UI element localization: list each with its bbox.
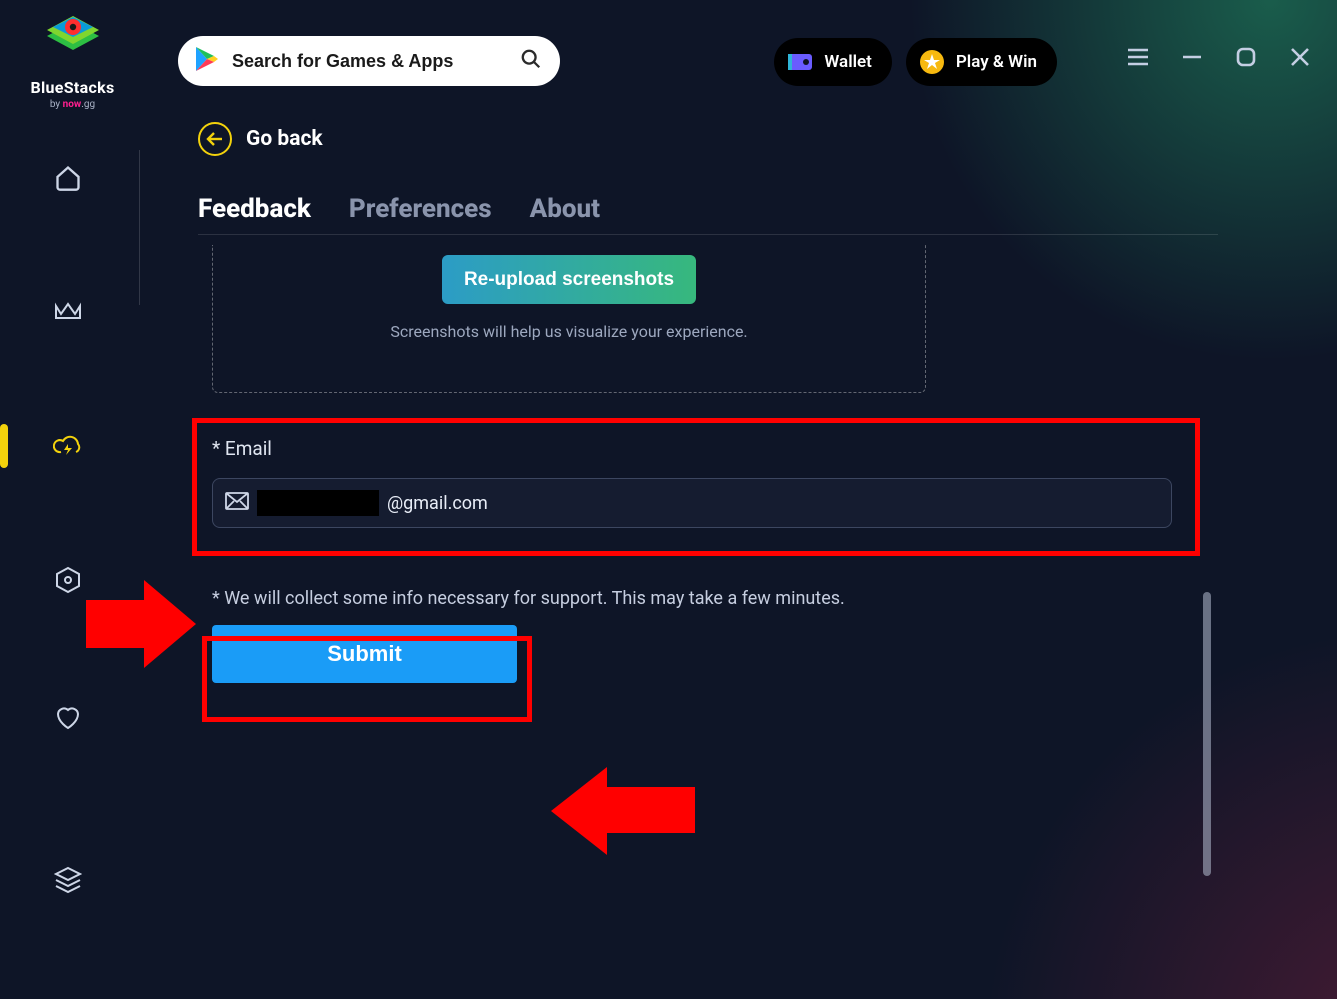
wallet-button[interactable]: Wallet xyxy=(774,38,891,86)
go-back-label: Go back xyxy=(246,127,323,151)
wallet-icon xyxy=(786,48,814,76)
sidebar-item-premium[interactable] xyxy=(40,284,96,340)
search-icon[interactable] xyxy=(520,48,542,74)
play-win-label: Play & Win xyxy=(956,52,1037,72)
app-logo: BlueStacks by now.gg xyxy=(20,14,125,110)
bluestacks-logo-icon xyxy=(38,14,108,72)
back-arrow-icon xyxy=(198,122,232,156)
sidebar-item-cloud[interactable] xyxy=(40,418,96,474)
screenshot-upload-area[interactable]: Re-upload screenshots Screenshots will h… xyxy=(212,245,926,393)
email-redacted-portion xyxy=(257,490,379,516)
sidebar-item-favorites[interactable] xyxy=(40,690,96,746)
search-bar[interactable] xyxy=(178,36,560,86)
sidebar-item-copy[interactable] xyxy=(40,986,96,999)
email-input[interactable]: @gmail.com xyxy=(212,478,1172,528)
close-icon[interactable] xyxy=(1287,44,1313,70)
minimize-icon[interactable] xyxy=(1179,44,1205,70)
play-store-icon xyxy=(196,47,218,75)
top-right-buttons: Wallet Play & Win xyxy=(774,38,1057,86)
search-input[interactable] xyxy=(232,51,512,72)
maximize-icon[interactable] xyxy=(1233,44,1259,70)
tabs: Feedback Preferences About xyxy=(198,194,1218,235)
logo-byline-suffix: .gg xyxy=(81,99,95,110)
submit-button[interactable]: Submit xyxy=(212,625,517,683)
upload-help-text: Screenshots will help us visualize your … xyxy=(390,322,747,341)
email-label: * Email xyxy=(212,437,1218,460)
sidebar-item-hexagon[interactable] xyxy=(40,552,96,608)
email-section: * Email @gmail.com xyxy=(198,437,1218,528)
sidebar-item-home[interactable] xyxy=(40,150,96,206)
tab-about[interactable]: About xyxy=(530,194,600,224)
email-value-suffix: @gmail.com xyxy=(387,493,488,514)
wallet-label: Wallet xyxy=(824,52,871,72)
tab-feedback[interactable]: Feedback xyxy=(198,194,311,224)
sidebar-item-layers[interactable] xyxy=(40,852,96,908)
reupload-screenshots-button[interactable]: Re-upload screenshots xyxy=(442,255,696,304)
scrollbar-thumb[interactable] xyxy=(1203,592,1211,876)
logo-byline-brand: now xyxy=(63,99,82,110)
menu-icon[interactable] xyxy=(1125,44,1151,70)
main-content: Go back Feedback Preferences About Re-up… xyxy=(198,122,1218,977)
logo-byline-prefix: by xyxy=(50,99,63,110)
go-back-button[interactable]: Go back xyxy=(198,122,323,156)
logo-byline: by now.gg xyxy=(20,99,125,110)
mail-icon xyxy=(225,492,249,514)
tab-preferences[interactable]: Preferences xyxy=(349,194,492,224)
play-win-button[interactable]: Play & Win xyxy=(906,38,1057,86)
star-badge-icon xyxy=(918,48,946,76)
collect-info-note: * We will collect some info necessary fo… xyxy=(198,588,1218,609)
sidebar xyxy=(0,150,140,970)
window-controls xyxy=(1125,44,1313,70)
logo-text: BlueStacks xyxy=(20,78,125,97)
